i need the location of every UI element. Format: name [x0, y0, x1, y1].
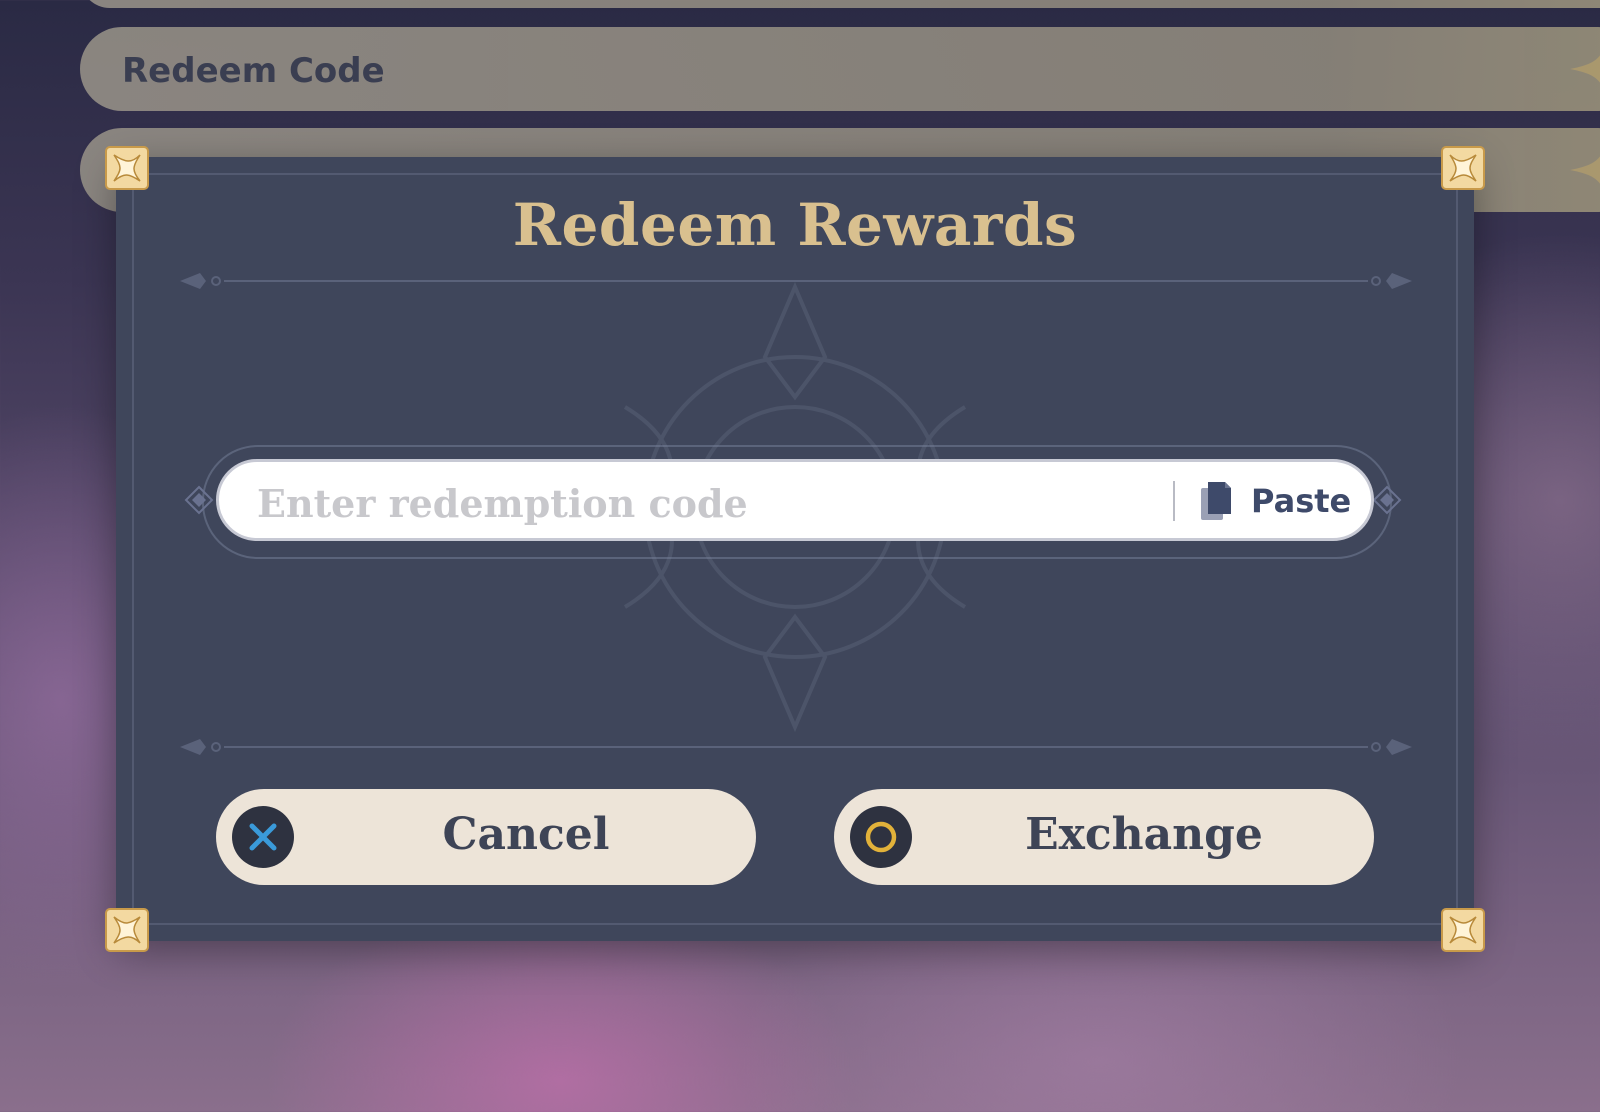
- diamond-ornament-icon: [184, 485, 214, 515]
- diamond-ornament-icon: [1372, 485, 1402, 515]
- exchange-label: Exchange: [1025, 809, 1263, 860]
- corner-ornament-icon: [105, 908, 149, 952]
- cancel-button[interactable]: Cancel: [216, 789, 756, 885]
- star-decoration-icon: [1570, 55, 1600, 83]
- input-separator: [1173, 481, 1175, 521]
- background-row-redeem-code[interactable]: Redeem Code: [80, 27, 1600, 111]
- paste-button[interactable]: Paste: [1195, 476, 1359, 526]
- redemption-code-input[interactable]: [255, 478, 1159, 528]
- star-decoration-icon: [1570, 156, 1600, 184]
- exchange-button[interactable]: Exchange: [834, 789, 1374, 885]
- dialog-title: Redeem Rewards: [512, 191, 1078, 259]
- corner-ornament-icon: [1441, 908, 1485, 952]
- clipboard-icon: [1201, 482, 1231, 520]
- background-row-top: [80, 0, 1600, 8]
- redeem-rewards-dialog: Redeem Rewards Enter redemption code Pas…: [105, 146, 1485, 952]
- paste-label: Paste: [1251, 482, 1352, 520]
- circle-button-icon: [850, 806, 912, 868]
- redemption-code-input-container: Paste: [216, 459, 1374, 541]
- cross-button-icon: [232, 806, 294, 868]
- redeem-code-row-label: Redeem Code: [122, 51, 385, 91]
- cancel-label: Cancel: [442, 809, 610, 860]
- corner-ornament-icon: [105, 146, 149, 190]
- ornamental-divider: [180, 739, 1412, 755]
- corner-ornament-icon: [1441, 146, 1485, 190]
